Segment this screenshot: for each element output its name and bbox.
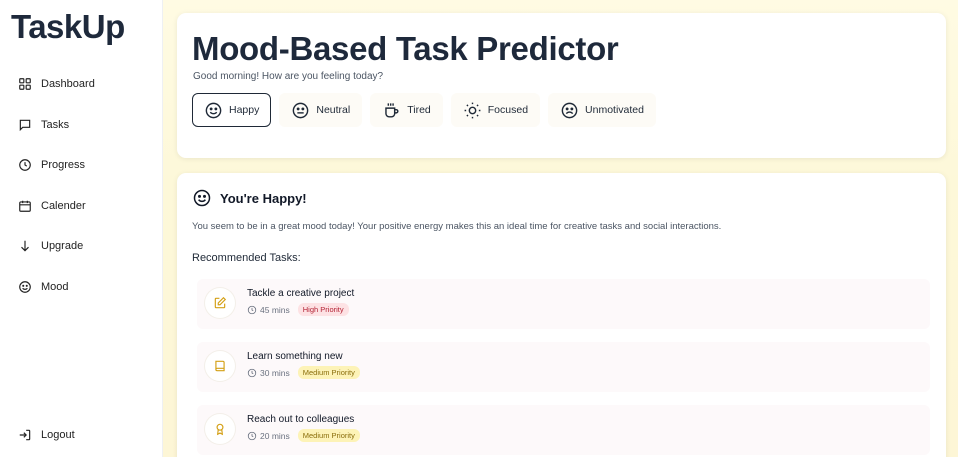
mood-button-neutral[interactable]: Neutral [279,93,363,127]
task-item[interactable]: Learn something new 30 mins Medium Prior… [197,342,930,392]
page-title: Mood-Based Task Predictor [192,30,619,67]
mood-options: Happy Neutral Tired Focused Unmotivated [192,93,656,127]
book-icon [215,360,225,372]
app-logo[interactable]: TaskUp [11,8,125,46]
result-description: You seem to be in a great mood today! Yo… [192,221,722,232]
task-meta: 30 mins Medium Priority [247,366,360,379]
mood-button-happy[interactable]: Happy [192,93,272,127]
neutral-face-icon [293,102,309,118]
sidebar-item-label: Tasks [41,119,70,131]
task-item[interactable]: Reach out to colleagues 20 mins Medium P… [197,405,930,455]
task-duration: 45 mins [247,305,290,315]
priority-badge: High Priority [297,303,349,316]
recommended-tasks-label: Recommended Tasks: [192,252,301,264]
sidebar-item-dashboard[interactable]: Dashboard [18,72,158,96]
greeting-text: Good morning! How are you feeling today? [193,71,384,82]
mood-button-focused[interactable]: Focused [450,93,541,127]
smile-icon [19,281,31,293]
sidebar-item-tasks[interactable]: Tasks [18,113,158,137]
sidebar-item-label: Calender [41,200,86,212]
mood-button-tired[interactable]: Tired [370,93,443,127]
chat-icon [19,119,31,132]
mood-result-card: You're Happy! You seem to be in a great … [177,173,946,457]
task-meta: 20 mins Medium Priority [247,429,360,442]
logout-button[interactable]: Logout [18,423,158,447]
clock-icon [247,431,257,440]
mood-label: Tired [407,104,431,116]
task-name: Learn something new [247,351,343,362]
task-duration: 30 mins [247,368,290,378]
smile-icon [193,189,211,207]
sidebar-item-label: Progress [41,159,86,171]
sidebar-item-progress[interactable]: Progress [18,153,158,177]
coffee-cup-icon [385,102,399,118]
priority-badge: Medium Priority [297,366,360,379]
task-name: Reach out to colleagues [247,414,355,425]
mood-label: Happy [229,104,260,116]
result-title: You're Happy! [220,190,307,206]
priority-badge: Medium Priority [297,429,360,442]
main-content: Mood-Based Task Predictor Good morning! … [163,0,958,457]
sidebar-item-label: Dashboard [41,78,95,90]
task-duration: 20 mins [247,431,290,441]
sidebar-item-calender[interactable]: Calender [18,194,158,218]
sidebar-item-label: Mood [41,281,69,293]
clock-icon [19,159,31,171]
grid-icon [19,78,31,90]
task-meta: 45 mins High Priority [247,303,349,316]
sidebar-item-label: Upgrade [41,240,84,252]
sidebar: TaskUp Dashboard Tasks Progress Calender… [0,0,163,457]
task-duration-text: 20 mins [260,430,290,441]
task-name: Tackle a creative project [247,288,355,299]
mood-label: Neutral [316,104,351,116]
frown-icon [561,102,578,118]
sidebar-item-upgrade[interactable]: Upgrade [18,234,158,258]
mood-selector-card: Mood-Based Task Predictor Good morning! … [177,13,946,158]
edit-icon [214,296,227,309]
sidebar-item-mood[interactable]: Mood [18,275,158,299]
task-item[interactable]: Tackle a creative project 45 mins High P… [197,279,930,329]
logout-label: Logout [41,429,75,441]
mood-label: Unmotivated [585,104,644,116]
task-icon-wrapper [205,414,235,444]
logout-icon [19,429,31,441]
mood-label: Focused [487,104,529,116]
task-duration-text: 45 mins [260,304,290,315]
award-icon [216,423,224,436]
task-icon-wrapper [205,288,235,318]
clock-icon [247,305,257,314]
smile-icon [205,102,222,118]
result-heading: You're Happy! [192,188,307,208]
task-duration-text: 30 mins [260,367,290,378]
arrow-down-icon [21,240,29,252]
clock-icon [247,368,257,377]
sun-icon [464,102,481,118]
mood-button-unmotivated[interactable]: Unmotivated [548,93,656,127]
task-icon-wrapper [205,351,235,381]
calendar-icon [19,200,31,212]
